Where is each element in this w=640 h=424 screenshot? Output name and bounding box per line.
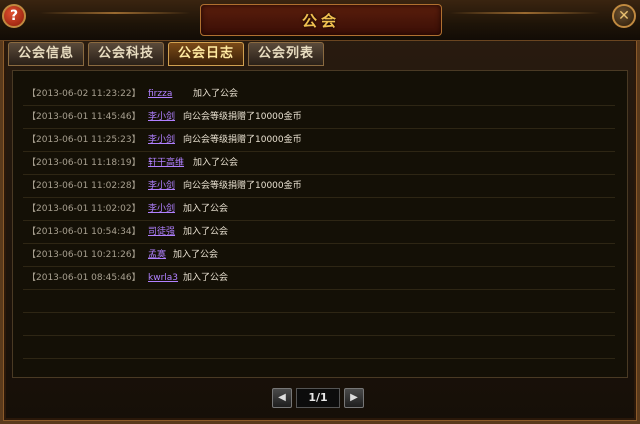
- log-action: 加入了公会: [183, 273, 229, 283]
- log-time: 【2013-06-01 11:25:23】: [27, 135, 141, 145]
- tab-guild-list[interactable]: 公会列表: [248, 42, 324, 66]
- log-panel: 【2013-06-02 11:23:22】 firzza 加入了公会 【2013…: [12, 70, 628, 378]
- log-time: 【2013-06-01 10:21:26】: [27, 250, 141, 260]
- player-name-link[interactable]: 李小剑: [148, 106, 175, 128]
- log-time: 【2013-06-01 08:45:46】: [27, 273, 141, 283]
- log-action: 向公会等级捐赠了10000金币: [183, 112, 302, 122]
- player-name-link[interactable]: 孟寞: [148, 244, 166, 266]
- log-row: 【2013-06-01 11:18:19】 轩干高维 加入了公会: [23, 152, 615, 175]
- log-time: 【2013-06-01 11:02:28】: [27, 181, 141, 191]
- tab-guild-log[interactable]: 公会日志: [168, 42, 244, 66]
- page-indicator: 1/1: [296, 388, 340, 408]
- title-ornament-right: [450, 12, 600, 14]
- log-row: 【2013-06-01 11:25:23】 李小剑 向公会等级捐赠了10000金…: [23, 129, 615, 152]
- log-row: 【2013-06-01 11:02:28】 李小剑 向公会等级捐赠了10000金…: [23, 175, 615, 198]
- log-row: 【2013-06-02 11:23:22】 firzza 加入了公会: [23, 83, 615, 106]
- window-title: 公会: [301, 12, 340, 30]
- prev-page-icon[interactable]: ◀: [272, 388, 292, 408]
- log-action: 加入了公会: [173, 250, 219, 260]
- player-name-link[interactable]: 李小剑: [148, 175, 175, 197]
- player-name-link[interactable]: 李小剑: [148, 198, 175, 220]
- player-name-link[interactable]: firzza: [148, 83, 172, 105]
- title-plaque: 公会: [200, 4, 442, 36]
- log-row: 【2013-06-01 11:02:02】 李小剑 加入了公会: [23, 198, 615, 221]
- log-time: 【2013-06-02 11:23:22】: [27, 89, 141, 99]
- log-action: 加入了公会: [193, 158, 239, 168]
- log-action: 加入了公会: [193, 89, 239, 99]
- log-row: 【2013-06-01 10:54:34】 司徒强 加入了公会: [23, 221, 615, 244]
- player-name-link[interactable]: 轩干高维: [148, 152, 184, 174]
- log-action: 加入了公会: [183, 227, 229, 237]
- player-name-link[interactable]: 李小剑: [148, 129, 175, 151]
- title-bar: 公会 ? ✕: [0, 0, 640, 41]
- log-time: 【2013-06-01 10:54:34】: [27, 227, 141, 237]
- player-name-link[interactable]: kwrla3: [148, 267, 178, 289]
- log-action: 向公会等级捐赠了10000金币: [183, 135, 302, 145]
- next-page-icon[interactable]: ▶: [344, 388, 364, 408]
- close-icon[interactable]: ✕: [612, 4, 636, 28]
- empty-log-row: [23, 313, 615, 336]
- log-action: 加入了公会: [183, 204, 229, 214]
- log-time: 【2013-06-01 11:18:19】: [27, 158, 141, 168]
- empty-log-row: [23, 336, 615, 359]
- log-time: 【2013-06-01 11:45:46】: [27, 112, 141, 122]
- empty-log-row: [23, 290, 615, 313]
- log-list: 【2013-06-02 11:23:22】 firzza 加入了公会 【2013…: [23, 83, 615, 359]
- tab-guild-info[interactable]: 公会信息: [8, 42, 84, 66]
- tab-guild-tech[interactable]: 公会科技: [88, 42, 164, 66]
- log-row: 【2013-06-01 08:45:46】 kwrla3 加入了公会: [23, 267, 615, 290]
- player-name-link[interactable]: 司徒强: [148, 221, 175, 243]
- log-time: 【2013-06-01 11:02:02】: [27, 204, 141, 214]
- log-row: 【2013-06-01 10:21:26】 孟寞 加入了公会: [23, 244, 615, 267]
- log-row: 【2013-06-01 11:45:46】 李小剑 向公会等级捐赠了10000金…: [23, 106, 615, 129]
- title-ornament-left: [40, 12, 190, 14]
- help-icon[interactable]: ?: [2, 4, 26, 28]
- log-action: 向公会等级捐赠了10000金币: [183, 181, 302, 191]
